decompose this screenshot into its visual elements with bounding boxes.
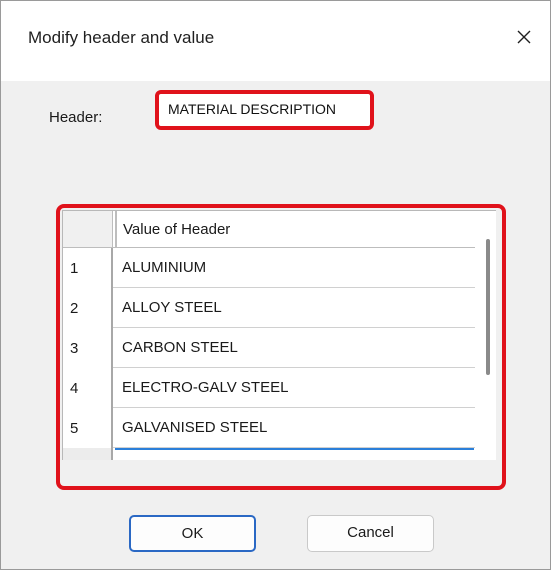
- header-label: Header:: [49, 109, 103, 126]
- grid-highlight-outline: [56, 204, 506, 490]
- dialog-title: Modify header and value: [28, 28, 215, 47]
- title-bar: Modify header and value: [1, 1, 550, 81]
- header-input[interactable]: MATERIAL DESCRIPTION: [155, 90, 374, 130]
- close-icon: [517, 30, 531, 44]
- ok-button[interactable]: OK: [129, 515, 256, 552]
- close-button[interactable]: [506, 19, 542, 55]
- modify-header-dialog: Modify header and value Header: MATERIAL…: [0, 0, 551, 570]
- cancel-button[interactable]: Cancel: [307, 515, 434, 552]
